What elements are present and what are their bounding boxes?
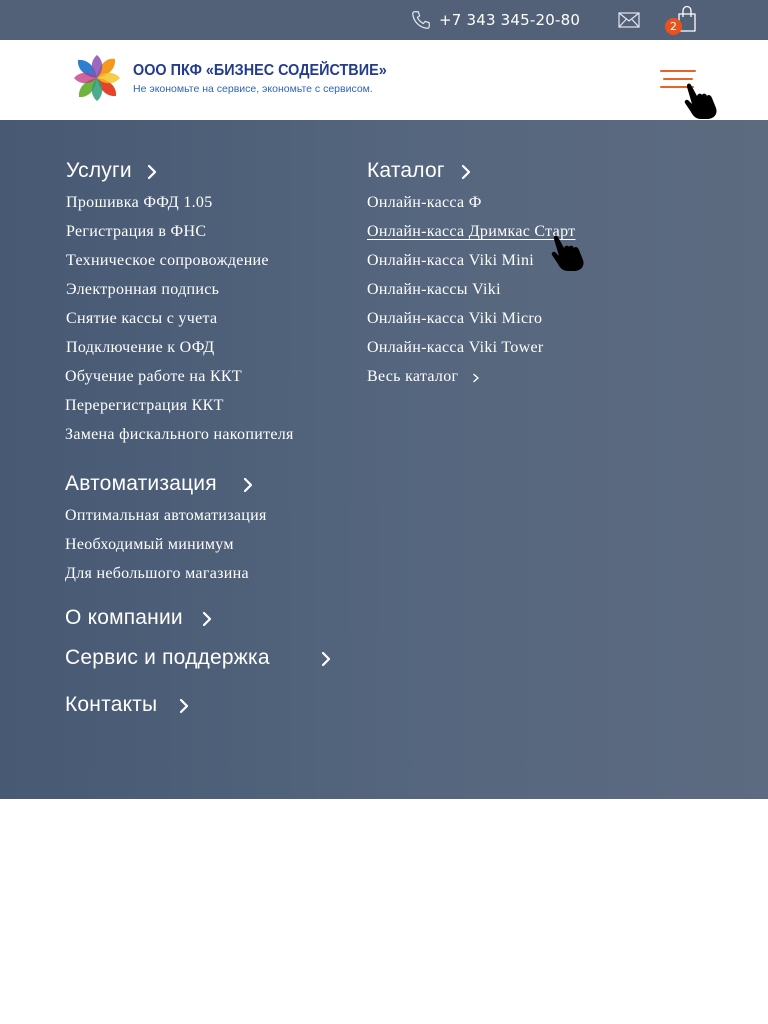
cursor-hand-icon <box>551 235 584 271</box>
menu-heading-about[interactable]: О компании <box>65 605 183 631</box>
menu-link-viki-tower[interactable]: Онлайн-касса Viki Tower <box>367 338 544 358</box>
top-bar: +7 343 345-20-80 2 <box>0 0 768 40</box>
chevron-right-icon[interactable] <box>320 651 332 667</box>
menu-heading-services[interactable]: Услуги <box>66 158 132 184</box>
cursor-hand-icon <box>684 83 717 119</box>
menu-link-kassa-f[interactable]: Онлайн-касса Ф <box>367 193 482 213</box>
menu-link-kkt-training[interactable]: Обучение работе на ККТ <box>65 367 242 387</box>
menu-link-fiscal-drive-replacement[interactable]: Замена фискального накопителя <box>65 425 294 445</box>
menu-link-viki-mini[interactable]: Онлайн-касса Viki Mini <box>367 251 534 271</box>
chevron-right-icon[interactable] <box>472 373 480 383</box>
blank-page-area <box>0 799 768 1024</box>
chevron-right-icon[interactable] <box>201 611 213 627</box>
chevron-right-icon[interactable] <box>242 477 254 493</box>
menu-link-firmware[interactable]: Прошивка ФФД 1.05 <box>66 193 213 213</box>
logo-title[interactable]: ООО ПКФ «БИЗНЕС СОДЕЙСТВИЕ» <box>133 62 387 80</box>
chevron-right-icon[interactable] <box>146 164 158 180</box>
phone-icon[interactable] <box>410 9 432 31</box>
menu-link-ofd-connection[interactable]: Подключение к ОФД <box>66 338 214 358</box>
menu-link-tech-support[interactable]: Техническое сопровождение <box>66 251 269 271</box>
menu-link-optimal-automation[interactable]: Оптимальная автоматизация <box>65 506 267 526</box>
menu-link-fns-registration[interactable]: Регистрация в ФНС <box>66 222 206 242</box>
menu-heading-automation[interactable]: Автоматизация <box>65 471 217 497</box>
mail-icon[interactable] <box>618 12 640 28</box>
header: ООО ПКФ «БИЗНЕС СОДЕЙСТВИЕ» Не экономьте… <box>0 40 768 120</box>
menu-link-e-signature[interactable]: Электронная подпись <box>66 280 219 300</box>
menu-link-dreamkas-start[interactable]: Онлайн-касса Дримкас Старт <box>367 222 575 242</box>
chevron-right-icon[interactable] <box>460 164 472 180</box>
company-logo[interactable] <box>68 49 126 107</box>
menu-link-viki-micro[interactable]: Онлайн-касса Viki Micro <box>367 309 542 329</box>
cart-count-badge[interactable]: 2 <box>665 18 682 35</box>
menu-link-viki[interactable]: Онлайн-кассы Viki <box>367 280 501 300</box>
menu-link-kkt-reregistration[interactable]: Перерегистрация ККТ <box>65 396 224 416</box>
menu-heading-catalog[interactable]: Каталог <box>367 158 445 184</box>
menu-link-small-store[interactable]: Для небольшого магазина <box>65 564 249 584</box>
logo-slogan: Не экономьте на сервисе, экономьте с сер… <box>133 83 373 95</box>
dropdown-menu-panel: Услуги Прошивка ФФД 1.05 Регистрация в Ф… <box>0 120 768 799</box>
page: +7 343 345-20-80 2 ООО ПКФ «БИЗНЕС СОДЕЙ… <box>0 0 768 1024</box>
menu-heading-contacts[interactable]: Контакты <box>65 692 157 718</box>
menu-heading-support[interactable]: Сервис и поддержка <box>65 645 270 671</box>
menu-link-minimum[interactable]: Необходимый минимум <box>65 535 234 555</box>
menu-link-all-catalog[interactable]: Весь каталог <box>367 367 458 387</box>
phone-number-link[interactable]: +7 343 345-20-80 <box>439 10 580 30</box>
menu-link-deregistration[interactable]: Снятие кассы с учета <box>66 309 217 329</box>
chevron-right-icon[interactable] <box>178 698 190 714</box>
